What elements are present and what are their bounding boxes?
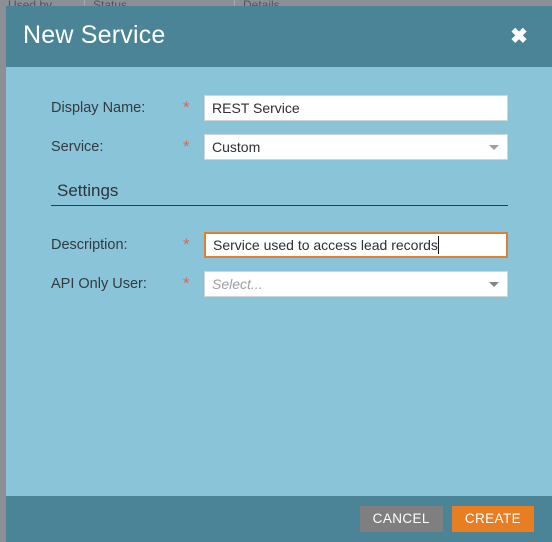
- display-name-field-wrap: [204, 95, 508, 121]
- description-input[interactable]: [204, 232, 508, 258]
- api-only-user-field-wrap: Select...: [204, 271, 508, 297]
- required-asterisk-icon: *: [183, 137, 190, 156]
- description-field-wrap: [204, 232, 508, 258]
- required-asterisk-icon: *: [183, 235, 190, 254]
- create-button[interactable]: CREATE: [451, 506, 534, 532]
- form-row-api-only-user: API Only User: * Select...: [51, 271, 508, 297]
- display-name-label: Display Name:: [51, 100, 146, 116]
- required-asterisk-icon: *: [183, 98, 190, 117]
- dialog-title: New Service: [23, 21, 166, 49]
- close-icon[interactable]: ✖: [504, 22, 534, 52]
- description-label: Description:: [51, 237, 128, 253]
- form-row-service: Service: * Custom: [51, 134, 508, 160]
- service-label: Service:: [51, 139, 104, 155]
- display-name-input[interactable]: [204, 95, 508, 121]
- dialog-header: New Service ✖: [6, 6, 552, 67]
- cancel-button[interactable]: CANCEL: [359, 506, 443, 532]
- required-asterisk-icon: *: [183, 274, 190, 293]
- form-row-display-name: Display Name: *: [51, 95, 508, 121]
- dialog-body: Display Name: * Service: * Custom Settin…: [6, 67, 552, 496]
- api-only-user-select[interactable]: Select...: [204, 271, 508, 297]
- form-row-description: Description: *: [51, 232, 508, 258]
- dialog-footer: CANCEL CREATE: [6, 496, 552, 542]
- settings-section-header: Settings: [51, 180, 508, 206]
- settings-section-divider: [51, 205, 508, 206]
- service-select[interactable]: Custom: [204, 134, 508, 160]
- new-service-dialog: New Service ✖ Display Name: * Service: *…: [6, 6, 552, 542]
- settings-section-title: Settings: [57, 181, 119, 200]
- service-field-wrap: Custom: [204, 134, 508, 160]
- api-only-user-label: API Only User:: [51, 276, 147, 292]
